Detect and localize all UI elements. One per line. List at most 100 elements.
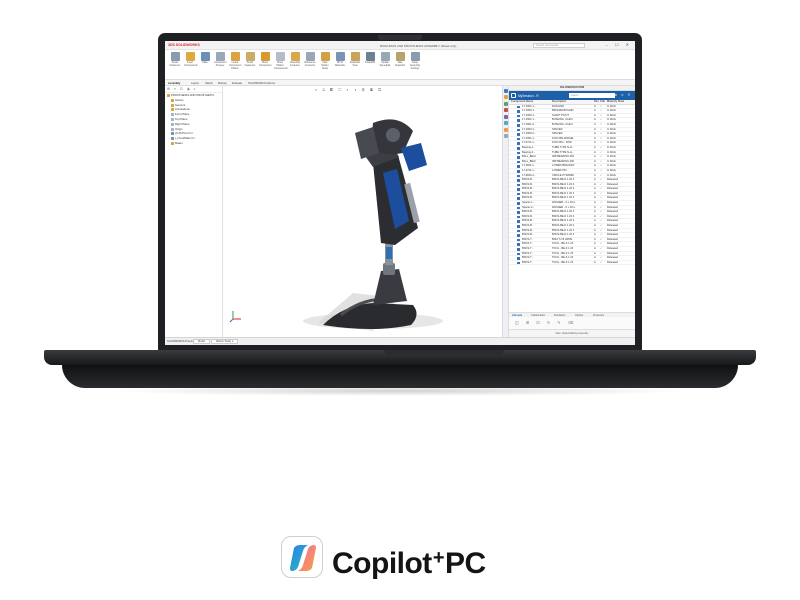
task-pane-tab-icon[interactable]	[503, 127, 508, 132]
part-icon	[517, 206, 520, 210]
cell-rev: A	[594, 260, 596, 264]
ribbon-tool-icon	[275, 52, 285, 61]
ribbon-tool-button[interactable]: Bill of Materials	[334, 52, 346, 74]
ribbon-tool-button[interactable]: Update Speedpak	[379, 52, 391, 74]
ribbon-tool-button[interactable]: Reference Geometry	[304, 52, 316, 74]
tree-item[interactable]: Mates	[165, 141, 222, 146]
table-row[interactable]: BNCS-T - TFCG - BE-K 1 20 A ✓ Released	[509, 261, 635, 266]
ribbon-tool-button[interactable]: Insert Components	[184, 52, 198, 74]
ribbon-tool-button[interactable]: Smart Fasteners	[244, 52, 256, 74]
part-icon	[517, 179, 520, 182]
ribbon-tool-button[interactable]: Linear Component Pattern	[229, 52, 241, 74]
part-icon	[517, 197, 520, 201]
ribbon-tool-label: Instant3D	[364, 61, 376, 64]
command-tab[interactable]: Evaluate	[232, 82, 242, 85]
command-tab[interactable]: Layout	[191, 82, 199, 85]
ribbon-tool-button[interactable]: Mate	[199, 52, 211, 74]
ribbon-tool-label: Linear Component Pattern	[229, 61, 242, 70]
part-icon	[517, 146, 520, 150]
part-icon	[517, 257, 520, 260]
pdm-footer-status: Date: Default Editing Assembly	[509, 329, 635, 337]
part-icon	[517, 165, 520, 168]
laptop-lid: 3DS SOLIDWORKS BIOHUMAN AND PROSTHESIS A…	[158, 33, 642, 351]
pdm-toolbar-icons[interactable]: ⚙ ↻ ☰	[614, 93, 632, 97]
command-manager-ribbon: Smart Fasteners Insert Components Mate Comp…	[165, 50, 635, 80]
task-pane-tab-icon[interactable]	[503, 101, 508, 106]
task-pane-tab-icon[interactable]	[503, 121, 508, 125]
ribbon-tool-button[interactable]: New Motion Study	[319, 52, 331, 74]
pylon-adapter	[386, 247, 392, 259]
part-icon	[517, 174, 520, 178]
view-triad-icon	[229, 311, 241, 323]
model-tab[interactable]: Model	[193, 339, 211, 344]
task-pane-tab-icon[interactable]	[503, 108, 508, 112]
ribbon-tool-button[interactable]: Smart Fasteners	[169, 52, 181, 74]
feature-manager-tree: ⊞ ≡ ⊡ ◉ ◐ PROSTHESIS AND PROSTHETIC Histo…	[165, 86, 223, 337]
ribbon-tool-label: Component Preview	[214, 61, 227, 67]
cell-desc: TFCG - BE-K 1 20	[552, 260, 574, 264]
tree-item-label: (f) 45 Pivot<1>	[175, 131, 194, 136]
command-tab[interactable]: Sketch	[205, 82, 213, 85]
tree-item-label: History	[175, 97, 184, 102]
tree-item-label: PROSTHESIS AND PROSTHETIC	[171, 93, 215, 97]
app-logo: 3DS SOLIDWORKS	[168, 43, 200, 47]
task-pane-tab-icon[interactable]	[503, 88, 508, 93]
copilot-word: Copilot	[332, 547, 432, 580]
ribbon-tool-button[interactable]: Show Hidden Components	[274, 52, 288, 74]
cell-state: Released	[607, 260, 618, 264]
task-pane-tab-icon[interactable]	[503, 114, 508, 119]
part-icon	[517, 248, 520, 251]
ribbon-tool-icon	[245, 52, 255, 61]
tree-item-label: Top Plane	[175, 116, 188, 121]
task-pane-tabs	[502, 86, 509, 337]
command-tab[interactable]: Markup	[218, 82, 227, 85]
task-pane-tab-icon[interactable]	[503, 95, 508, 99]
part-icon	[517, 183, 520, 187]
ribbon-tool-button[interactable]: Large Assembly Settings	[409, 52, 421, 74]
part-icon	[517, 133, 520, 136]
command-search-input[interactable]: Search Commands	[533, 42, 585, 48]
ribbon-tool-button[interactable]: Component Preview	[214, 52, 226, 74]
status-left: SOLIDWORKS Premium	[167, 340, 196, 343]
ribbon-tool-icon	[260, 52, 270, 61]
ribbon-tool-icon	[215, 52, 225, 61]
window-title: BIOHUMAN AND PROSTHESIS ASSEMBLY (Read-o…	[380, 44, 457, 48]
plane-icon	[171, 117, 174, 121]
ribbon-tool-button[interactable]: Assembly Features	[289, 52, 301, 74]
part-icon	[517, 225, 520, 228]
laptop-shadow	[110, 386, 690, 396]
command-tab[interactable]: SOLIDWORKS Add-Ins	[248, 82, 275, 85]
heads-up-view-toolbar[interactable]: ⌕ ⊙ ◧ ⬚ ◐ ◑ ⚙ ▣ ◫	[315, 87, 495, 93]
window-controls[interactable]: – ☐ ✕	[606, 42, 632, 47]
ribbon-tool-label: Smart Fasteners	[169, 61, 181, 67]
part-icon	[517, 192, 520, 196]
pdm-search-input[interactable]: Search	[569, 93, 615, 98]
plane-icon	[171, 113, 174, 117]
ribbon-tool-button[interactable]: Instant3D	[364, 52, 376, 74]
ribbon-tool-label: Move Component	[259, 61, 272, 67]
part-icon	[517, 151, 520, 155]
ribbon-tool-icon	[290, 52, 300, 61]
part-icon	[517, 215, 520, 219]
pdm-action-toolbar[interactable]: ◫ ⊞ ⊡ ↻ ✎ ⌫	[509, 317, 635, 329]
ribbon-tool-button[interactable]: Exploded View	[349, 52, 361, 74]
graphics-viewport[interactable]	[223, 93, 502, 337]
tree-toolbar[interactable]: ⊞ ≡ ⊡ ◉ ◐	[165, 86, 222, 93]
ribbon-tool-label: Bill of Materials	[335, 61, 345, 67]
part-icon	[517, 229, 520, 233]
session-selector[interactable]: MySession - R	[518, 94, 539, 98]
copilot-plus: +	[432, 547, 445, 569]
knee-blue-part	[401, 143, 427, 171]
laptop-deck	[44, 350, 756, 365]
ribbon-tool-button[interactable]: Move Component	[259, 52, 271, 74]
part-icon	[517, 128, 520, 132]
ribbon-tool-label: Smart Fasteners	[244, 61, 256, 67]
ribbon-tool-button[interactable]: Take Snapshot	[394, 52, 406, 74]
tree-item-label: (-) FootPlate<1>	[175, 136, 196, 141]
task-pane-tab-icon[interactable]	[503, 134, 508, 138]
prosthesis-model	[303, 119, 443, 331]
model-tab[interactable]: Motion Study 1	[211, 339, 239, 344]
part-icon	[517, 114, 520, 118]
command-tab[interactable]: Assembly	[168, 82, 180, 85]
part-icon	[171, 137, 174, 141]
